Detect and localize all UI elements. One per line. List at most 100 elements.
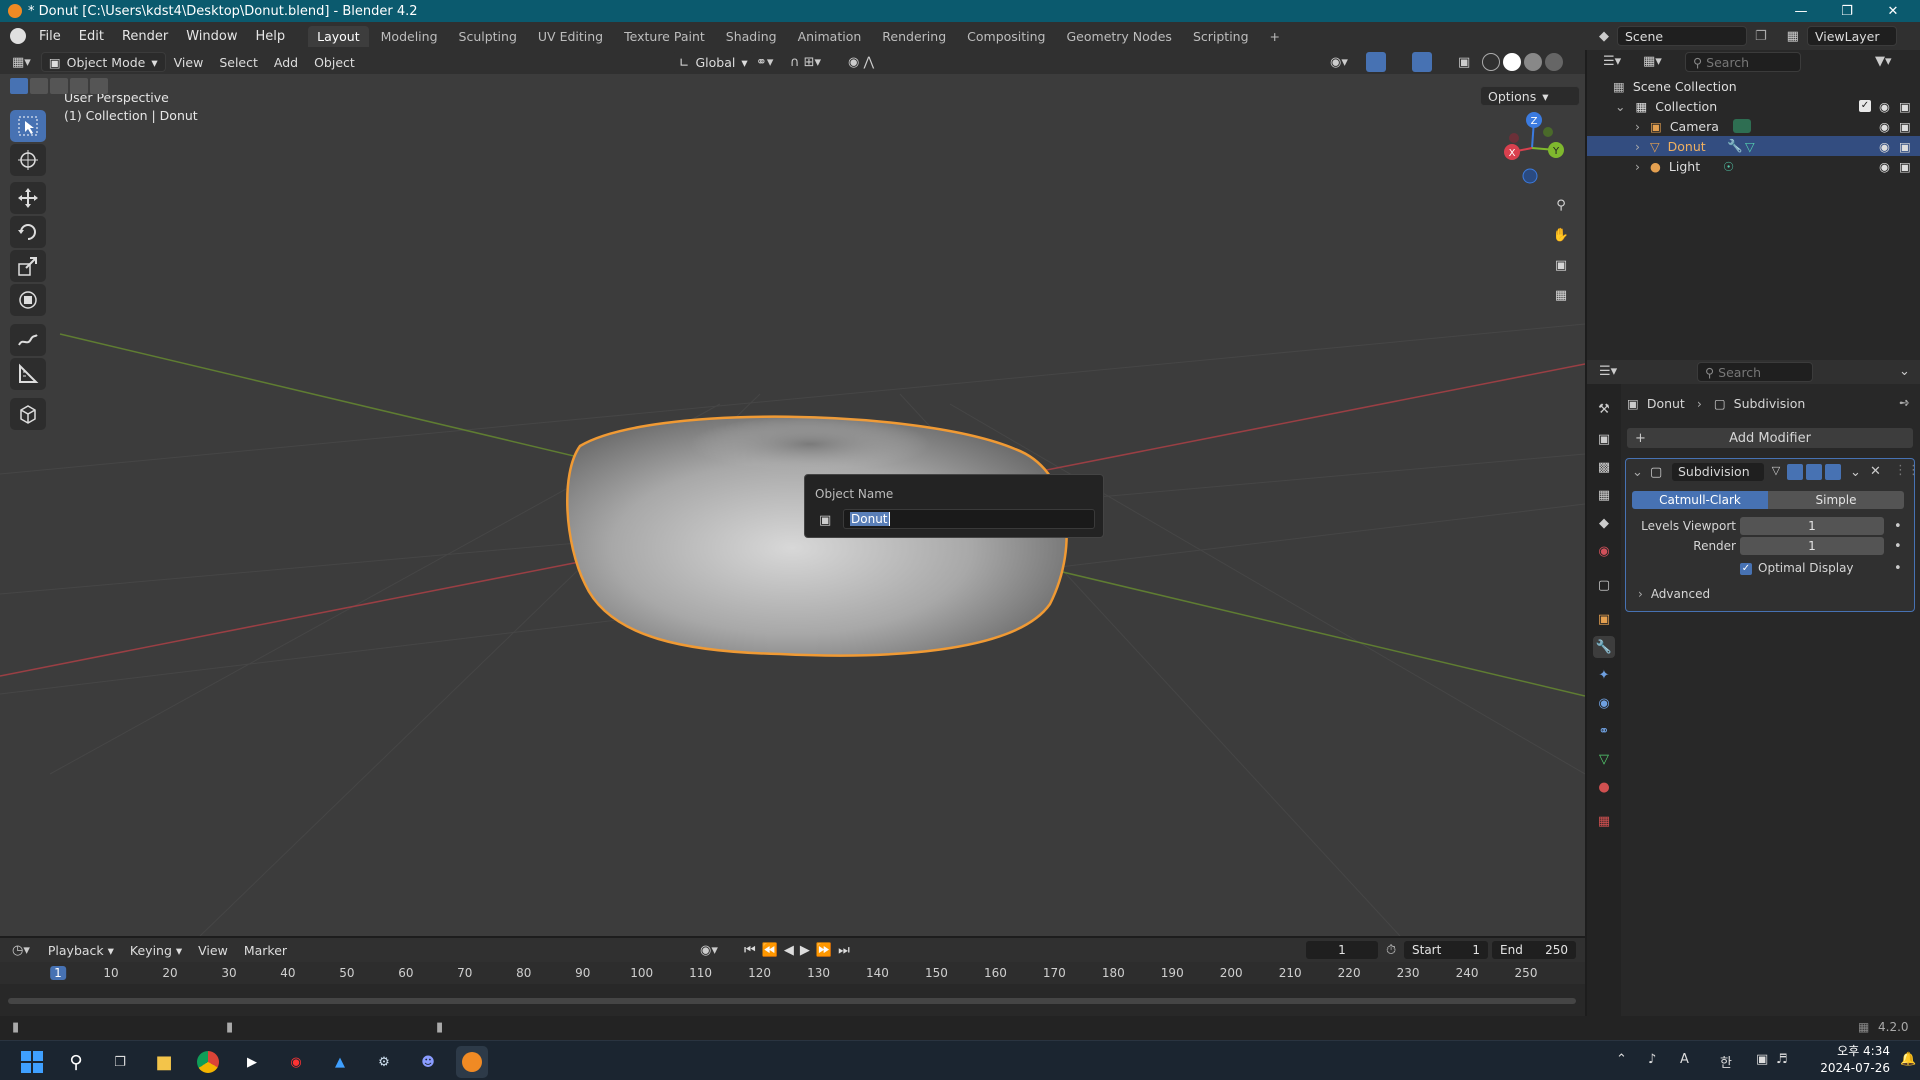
editor-type-icon[interactable]: ▦▾ xyxy=(12,55,31,70)
scene-tab-icon[interactable]: ◆ xyxy=(1593,512,1615,534)
outliner-row-collection[interactable]: ⌄ ▦ Collection ✓ ◉ ▣ xyxy=(1587,96,1920,116)
volume-icon[interactable]: ♬ xyxy=(1776,1052,1788,1067)
tab-modeling[interactable]: Modeling xyxy=(372,26,447,47)
play-reverse-icon[interactable]: ◀ xyxy=(784,943,794,958)
menu-window[interactable]: Window xyxy=(177,29,246,44)
menu-view[interactable]: View xyxy=(166,55,212,70)
menu-edit[interactable]: Edit xyxy=(70,29,113,44)
optimal-display-checkbox[interactable]: ✓ xyxy=(1740,563,1752,575)
simple-option[interactable]: Simple xyxy=(1768,491,1904,509)
display-mode-icon[interactable]: ▦▾ xyxy=(1643,54,1662,69)
rotate-tool[interactable] xyxy=(10,216,46,248)
wireframe-shading-icon[interactable] xyxy=(1482,53,1500,71)
new-scene-icon[interactable]: ❐ xyxy=(1755,29,1767,44)
filter-icon[interactable]: ▼▾ xyxy=(1875,54,1892,69)
mode-selector[interactable]: ▣ Object Mode ▾ xyxy=(40,52,166,72)
menu-playback[interactable]: Playback ▾ xyxy=(40,943,122,958)
ime-indicator[interactable]: A xyxy=(1680,1052,1689,1067)
tab-shading[interactable]: Shading xyxy=(717,26,786,47)
transform-tool[interactable] xyxy=(10,284,46,316)
render-levels-field[interactable]: 1 xyxy=(1740,537,1884,555)
select-new-icon[interactable] xyxy=(10,78,28,94)
zoom-icon[interactable]: ⚲ xyxy=(1548,192,1574,218)
chrome-icon[interactable] xyxy=(192,1046,224,1078)
jump-end-icon[interactable]: ⏭ xyxy=(838,943,850,958)
particles-tab-icon[interactable]: ✦ xyxy=(1593,664,1615,686)
tab-texture-paint[interactable]: Texture Paint xyxy=(615,26,714,47)
render-display-icon[interactable] xyxy=(1825,464,1841,480)
keyframe-dot-icon[interactable]: • xyxy=(1894,561,1902,576)
collection-tab-icon[interactable]: ▢ xyxy=(1593,574,1615,596)
outliner-row-scene-collection[interactable]: ▦ Scene Collection xyxy=(1587,76,1920,96)
windows-start-icon[interactable] xyxy=(16,1046,48,1078)
menu-add[interactable]: Add xyxy=(266,55,306,70)
pin-icon[interactable]: ➺ xyxy=(1899,396,1910,411)
youtube-music-icon[interactable]: ◉ xyxy=(280,1046,312,1078)
microphone-icon[interactable]: ♪ xyxy=(1648,1052,1656,1067)
texture-tab-icon[interactable]: ▦ xyxy=(1593,810,1615,832)
chevron-right-icon[interactable]: › xyxy=(1635,159,1640,174)
frame-ruler[interactable]: 1 10 20 30 40 50 60 70 80 90 100 110 120 130 140 150 160… xyxy=(0,962,1585,984)
menu-timeline-view[interactable]: View xyxy=(190,943,236,958)
catmull-clark-option[interactable]: Catmull-Clark xyxy=(1632,491,1768,509)
korean-ime-indicator[interactable]: 한 xyxy=(1720,1052,1732,1071)
3d-viewport[interactable]: User Perspective (1) Collection | Donut … xyxy=(0,74,1585,936)
task-view-icon[interactable]: ❐ xyxy=(104,1046,136,1078)
scene-selector[interactable]: Scene xyxy=(1617,26,1747,46)
chevron-right-icon[interactable]: › xyxy=(1635,139,1640,154)
exclude-checkbox[interactable]: ✓ xyxy=(1859,100,1871,112)
notification-bell-icon[interactable]: 🔔 xyxy=(1900,1052,1916,1067)
tab-layout[interactable]: Layout xyxy=(308,25,369,47)
media-player-icon[interactable]: ▶ xyxy=(236,1046,268,1078)
camera-render-icon[interactable]: ▣ xyxy=(1899,159,1911,174)
tab-animation[interactable]: Animation xyxy=(789,26,871,47)
levels-viewport-field[interactable]: 1 xyxy=(1740,517,1884,535)
tab-rendering[interactable]: Rendering xyxy=(873,26,955,47)
stopwatch-icon[interactable]: ⏱ xyxy=(1386,943,1396,958)
overlay-toggle-icon[interactable] xyxy=(1412,52,1432,72)
keyframe-dot-icon[interactable]: • xyxy=(1894,519,1902,534)
add-modifier-button[interactable]: + Add Modifier xyxy=(1627,428,1913,448)
play-icon[interactable]: ▶ xyxy=(800,943,810,958)
menu-select[interactable]: Select xyxy=(211,55,266,70)
navigation-gizmo[interactable]: Z Y X xyxy=(1492,108,1572,188)
minimize-button[interactable]: — xyxy=(1778,0,1824,22)
proportional-edit-icon[interactable]: ◉ ⋀ xyxy=(848,55,874,70)
scale-tool[interactable] xyxy=(10,250,46,282)
constraints-tab-icon[interactable]: ⚭ xyxy=(1593,720,1615,742)
options-dropdown[interactable]: Options ▾ xyxy=(1480,86,1580,106)
jump-start-icon[interactable]: ⏮ xyxy=(744,943,756,958)
tab-sculpting[interactable]: Sculpting xyxy=(450,26,526,47)
modifier-wrench-icon[interactable]: 🔧 xyxy=(1727,138,1743,154)
steam-icon[interactable]: ⚙ xyxy=(368,1046,400,1078)
select-invert-icon[interactable] xyxy=(70,78,88,94)
tab-uv-editing[interactable]: UV Editing xyxy=(529,26,612,47)
tab-scripting[interactable]: Scripting xyxy=(1184,26,1258,47)
pivot-icon[interactable]: ⚭▾ xyxy=(756,55,773,70)
outliner-editor-icon[interactable]: ☰▾ xyxy=(1603,54,1621,69)
close-icon[interactable]: ✕ xyxy=(1870,464,1881,479)
camera-render-icon[interactable]: ▣ xyxy=(1899,139,1911,154)
mesh-data-icon[interactable]: ▽ xyxy=(1745,139,1755,154)
realtime-display-icon[interactable] xyxy=(1806,464,1822,480)
view-layer-selector[interactable]: ViewLayer xyxy=(1806,26,1897,46)
file-explorer-icon[interactable]: ■ xyxy=(148,1046,180,1078)
chevron-up-icon[interactable]: ⌃ xyxy=(1616,1052,1627,1067)
move-tool[interactable] xyxy=(10,182,46,214)
add-workspace-button[interactable]: + xyxy=(1261,26,1289,47)
eye-icon[interactable]: ◉ xyxy=(1879,159,1890,174)
camera-render-icon[interactable]: ▣ xyxy=(1899,99,1911,114)
output-tab-icon[interactable]: ▩ xyxy=(1593,456,1615,478)
world-tab-icon[interactable]: ◉ xyxy=(1593,540,1615,562)
edit-mode-icon[interactable] xyxy=(1787,464,1803,480)
object-name-input[interactable]: Donut xyxy=(843,509,1095,529)
chevron-down-icon[interactable]: ⌄ xyxy=(1850,465,1861,480)
tab-compositing[interactable]: Compositing xyxy=(958,26,1054,47)
select-extend-icon[interactable] xyxy=(30,78,48,94)
cursor-tool[interactable] xyxy=(10,144,46,176)
add-cube-tool[interactable] xyxy=(10,398,46,430)
pan-hand-icon[interactable]: ✋ xyxy=(1548,222,1574,248)
menu-keying[interactable]: Keying ▾ xyxy=(122,943,190,958)
discord-icon[interactable]: ☻ xyxy=(412,1046,444,1078)
select-subtract-icon[interactable] xyxy=(50,78,68,94)
